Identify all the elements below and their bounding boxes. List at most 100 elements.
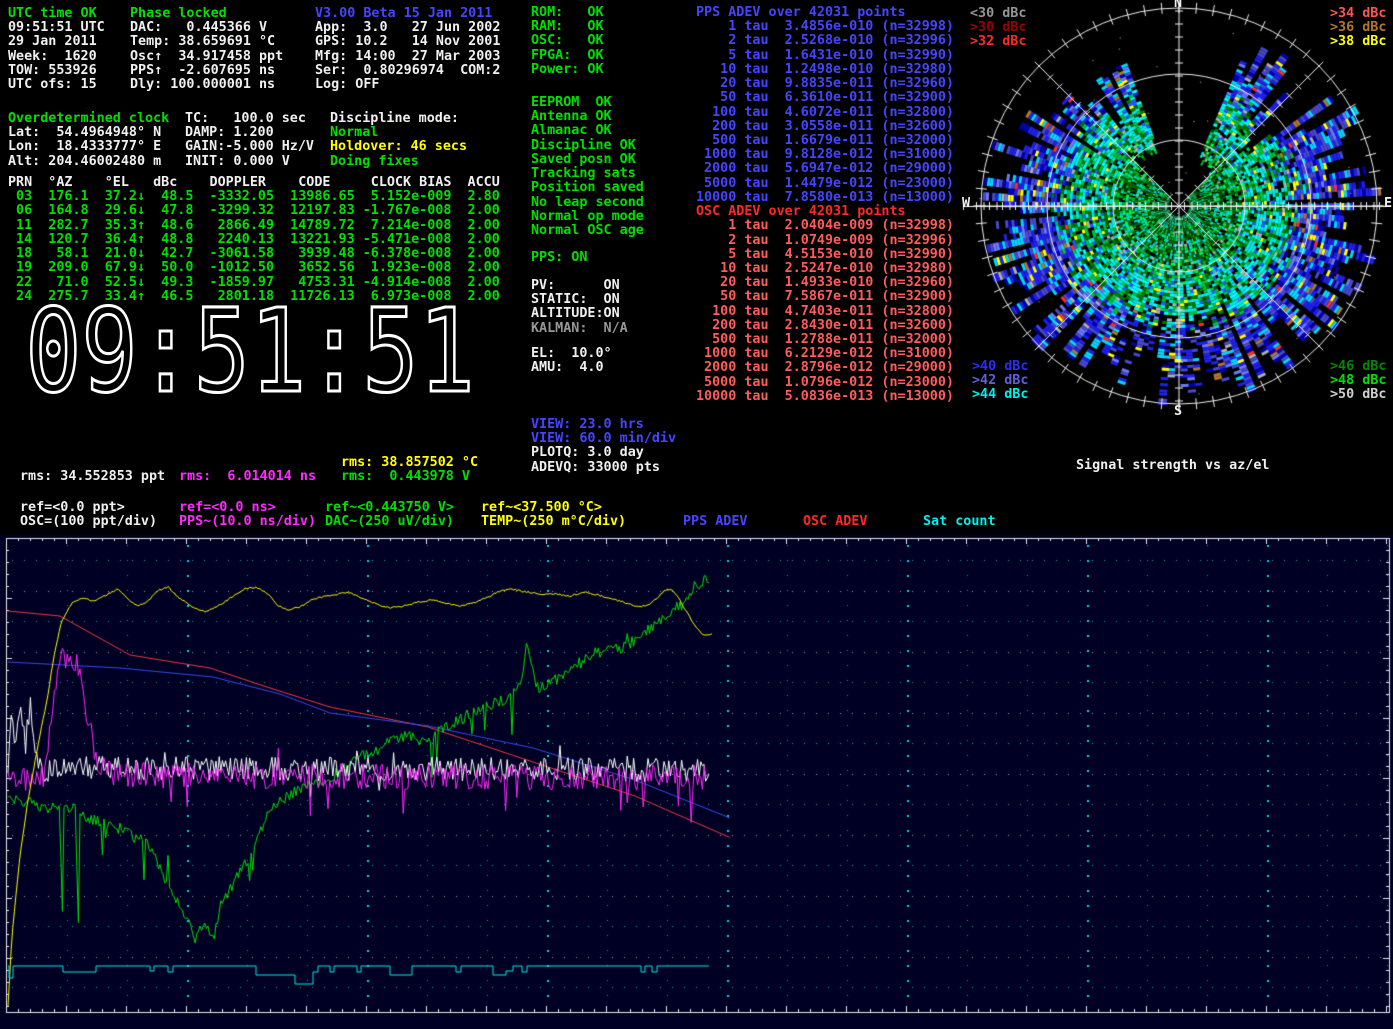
- text-line: UTC time OK: [8, 7, 105, 21]
- text-line: >38 dBc: [1330, 35, 1386, 49]
- text-line: RAM: OK: [531, 20, 604, 34]
- utc-time-block: UTC time OK09:51:51 UTC29 Jan 2011Week: …: [8, 7, 105, 92]
- text-line: E: [1384, 197, 1392, 211]
- text-line: AMU: 4.0: [531, 361, 612, 375]
- text-line: 1000 tau 9.8128e-012 (n=31000): [696, 148, 954, 162]
- signal-map-title: Signal strength vs az/el: [1076, 431, 1269, 488]
- text-line: PPS↑ -2.607695 ns: [130, 64, 283, 78]
- text-line: Overdetermined clock: [8, 112, 169, 126]
- discipline-mode-block: Discipline mode:NormalHoldover: 46 secsD…: [330, 112, 467, 169]
- legend-pps-adev: PPS ADEV: [683, 515, 748, 529]
- text-line: VIEW: 60.0 min/div: [531, 432, 676, 446]
- text-line: 50 tau 7.5867e-011 (n=32900): [696, 290, 954, 304]
- text-line: 2 tau 2.5268e-010 (n=32996): [696, 34, 954, 48]
- text-line: 100 tau 4.7403e-011 (n=32800): [696, 305, 954, 319]
- history-plot-canvas: [0, 535, 1393, 1029]
- compass-e: E: [1384, 197, 1392, 211]
- text-line: STATIC: ON: [531, 293, 628, 307]
- text-line: 10000 tau 5.0836e-013 (n=13000): [696, 390, 954, 404]
- text-line: 06 164.8 29.6↓ 47.8 -3299.32 12197.83 -1…: [8, 204, 500, 218]
- rms-osc: rms: 34.552853 ppt: [20, 470, 165, 484]
- text-line: 20 tau 1.4933e-010 (n=32960): [696, 276, 954, 290]
- text-line: OSC: OK: [531, 34, 604, 48]
- text-line: 5 tau 4.5153e-010 (n=32990): [696, 248, 954, 262]
- text-line: 22 71.0 52.5↓ 49.3 -1859.97 4753.31 -4.9…: [8, 276, 500, 290]
- text-line: ADEVQ: 33000 pts: [531, 461, 676, 475]
- text-line: 03 176.1 37.2↓ 48.5 -3332.05 13986.65 5.…: [8, 190, 500, 204]
- text-line: OSC ADEV over 42031 points: [696, 205, 954, 219]
- text-line: OSC=(100 ppt/div): [20, 515, 157, 529]
- text-line: GAIN:-5.000 Hz/V: [185, 140, 314, 154]
- text-line: 19 209.0 67.9↓ 50.0 -1012.50 3652.56 1.9…: [8, 261, 500, 275]
- text-line: 10 tau 2.5247e-010 (n=32980): [696, 262, 954, 276]
- text-line: Temp: 38.659691 °C: [130, 35, 283, 49]
- text-line: >36 dBc: [1330, 21, 1386, 35]
- text-line: 50 tau 6.3610e-011 (n=32900): [696, 91, 954, 105]
- text-line: >34 dBc: [1330, 7, 1386, 21]
- filter-block: PV: ONSTATIC: ONALTITUDE:ONKALMAN: N/A: [531, 279, 628, 336]
- text-line: Saved posn OK: [531, 153, 644, 167]
- text-line: 5000 tau 1.0796e-012 (n=23000): [696, 376, 954, 390]
- text-line: 1000 tau 6.2129e-012 (n=31000): [696, 347, 954, 361]
- text-line: Phase locked: [130, 7, 283, 21]
- text-line: Alt: 204.46002480 m: [8, 155, 169, 169]
- text-line: S: [1174, 405, 1182, 419]
- big-clock: 09:51:51: [24, 300, 476, 412]
- text-line: Antenna OK: [531, 110, 644, 124]
- compass-n: N: [1174, 0, 1182, 11]
- lady-heather-gpsdo-monitor: { "colors": { "g":"#00e000","w":"#f0f0f0…: [0, 0, 1393, 1029]
- text-line: DAMP: 1.200: [185, 126, 314, 140]
- text-line: TC: 100.0 sec: [185, 112, 314, 126]
- text-line: 20 tau 9.8835e-011 (n=32960): [696, 77, 954, 91]
- rms-dac: rms: 0.443978 V: [341, 470, 470, 484]
- compass-s: S: [1174, 405, 1182, 419]
- text-line: Mfg: 14:00 27 Mar 2003: [315, 50, 500, 64]
- text-line: UTC ofs: 15: [8, 78, 105, 92]
- text-line: Week: 1620: [8, 50, 105, 64]
- text-line: Dly: 100.000001 ns: [130, 78, 283, 92]
- text-line: 2 tau 1.0749e-009 (n=32996): [696, 234, 954, 248]
- dbc-legend-2: >40 dBc>42 dBc>44 dBc: [972, 360, 1028, 403]
- text-line: App: 3.0 27 Jun 2002: [315, 21, 500, 35]
- text-line: PV: ON: [531, 279, 628, 293]
- text-line: PPS~(10.0 ns/div): [179, 515, 316, 529]
- text-line: Position saved: [531, 181, 644, 195]
- text-line: ROM: OK: [531, 6, 604, 20]
- text-line: V3.00 Beta 15 Jan 2011: [315, 7, 500, 21]
- text-line: Ser: 0.80296974 COM:2: [315, 64, 500, 78]
- text-line: Log: OFF: [315, 78, 500, 92]
- text-line: KALMAN: N/A: [531, 322, 628, 336]
- text-line: FPGA: OK: [531, 49, 604, 63]
- text-line: >40 dBc: [972, 360, 1028, 374]
- text-line: 14 120.7 36.4↑ 48.8 2240.13 13221.93 -5.…: [8, 233, 500, 247]
- text-line: 10000 tau 7.8580e-013 (n=13000): [696, 191, 954, 205]
- oscillator-block: Phase lockedDAC: 0.445366 VTemp: 38.6596…: [130, 7, 283, 92]
- text-line: Normal OSC age: [531, 224, 644, 238]
- text-line: Lon: 18.4333777° E: [8, 140, 169, 154]
- text-line: 18 58.1 21.0↓ 42.7 -3061.58 3939.48 -6.3…: [8, 247, 500, 261]
- pps-state: PPS: ON: [531, 251, 587, 265]
- text-line: 5000 tau 1.4479e-012 (n=23000): [696, 177, 954, 191]
- text-line: rms: 34.552853 ppt: [20, 470, 165, 484]
- text-line: OSC ADEV: [803, 515, 868, 529]
- dbc-legend-0: <30 dBc>30 dBc>32 dBc: [970, 7, 1026, 50]
- receiver-status-block: EEPROM OKAntenna OKAlmanac OKDiscipline …: [531, 96, 644, 238]
- text-line: Osc↑ 34.917458 ppt: [130, 50, 283, 64]
- text-line: PPS ADEV over 42031 points: [696, 6, 954, 20]
- text-line: 1 tau 3.4856e-010 (n=32998): [696, 20, 954, 34]
- text-line: 200 tau 2.8430e-011 (n=32600): [696, 319, 954, 333]
- text-line: 2000 tau 2.8796e-012 (n=29000): [696, 361, 954, 375]
- text-line: GPS: 10.2 14 Nov 2001: [315, 35, 500, 49]
- text-line: >42 dBc: [972, 374, 1028, 388]
- text-line: PLOTQ: 3.0 day: [531, 446, 676, 460]
- text-line: PRN °AZ °EL dBc DOPPLER CODE CLOCK BIAS …: [8, 176, 500, 190]
- legend-sat-count: Sat count: [923, 515, 996, 529]
- text-line: No leap second: [531, 196, 644, 210]
- position-block: Overdetermined clockLat: 54.4964948° NLo…: [8, 112, 169, 169]
- text-line: <30 dBc: [970, 7, 1026, 21]
- text-line: Normal: [330, 126, 467, 140]
- legend-osc-adev: OSC ADEV: [803, 515, 868, 529]
- ref-temp: ref~<37.500 °C>TEMP~(250 m°C/div): [481, 501, 626, 529]
- text-line: 24 275.7 33.4↑ 46.5 2801.18 11726.13 6.9…: [8, 290, 500, 304]
- text-line: 1 tau 2.0404e-009 (n=32998): [696, 219, 954, 233]
